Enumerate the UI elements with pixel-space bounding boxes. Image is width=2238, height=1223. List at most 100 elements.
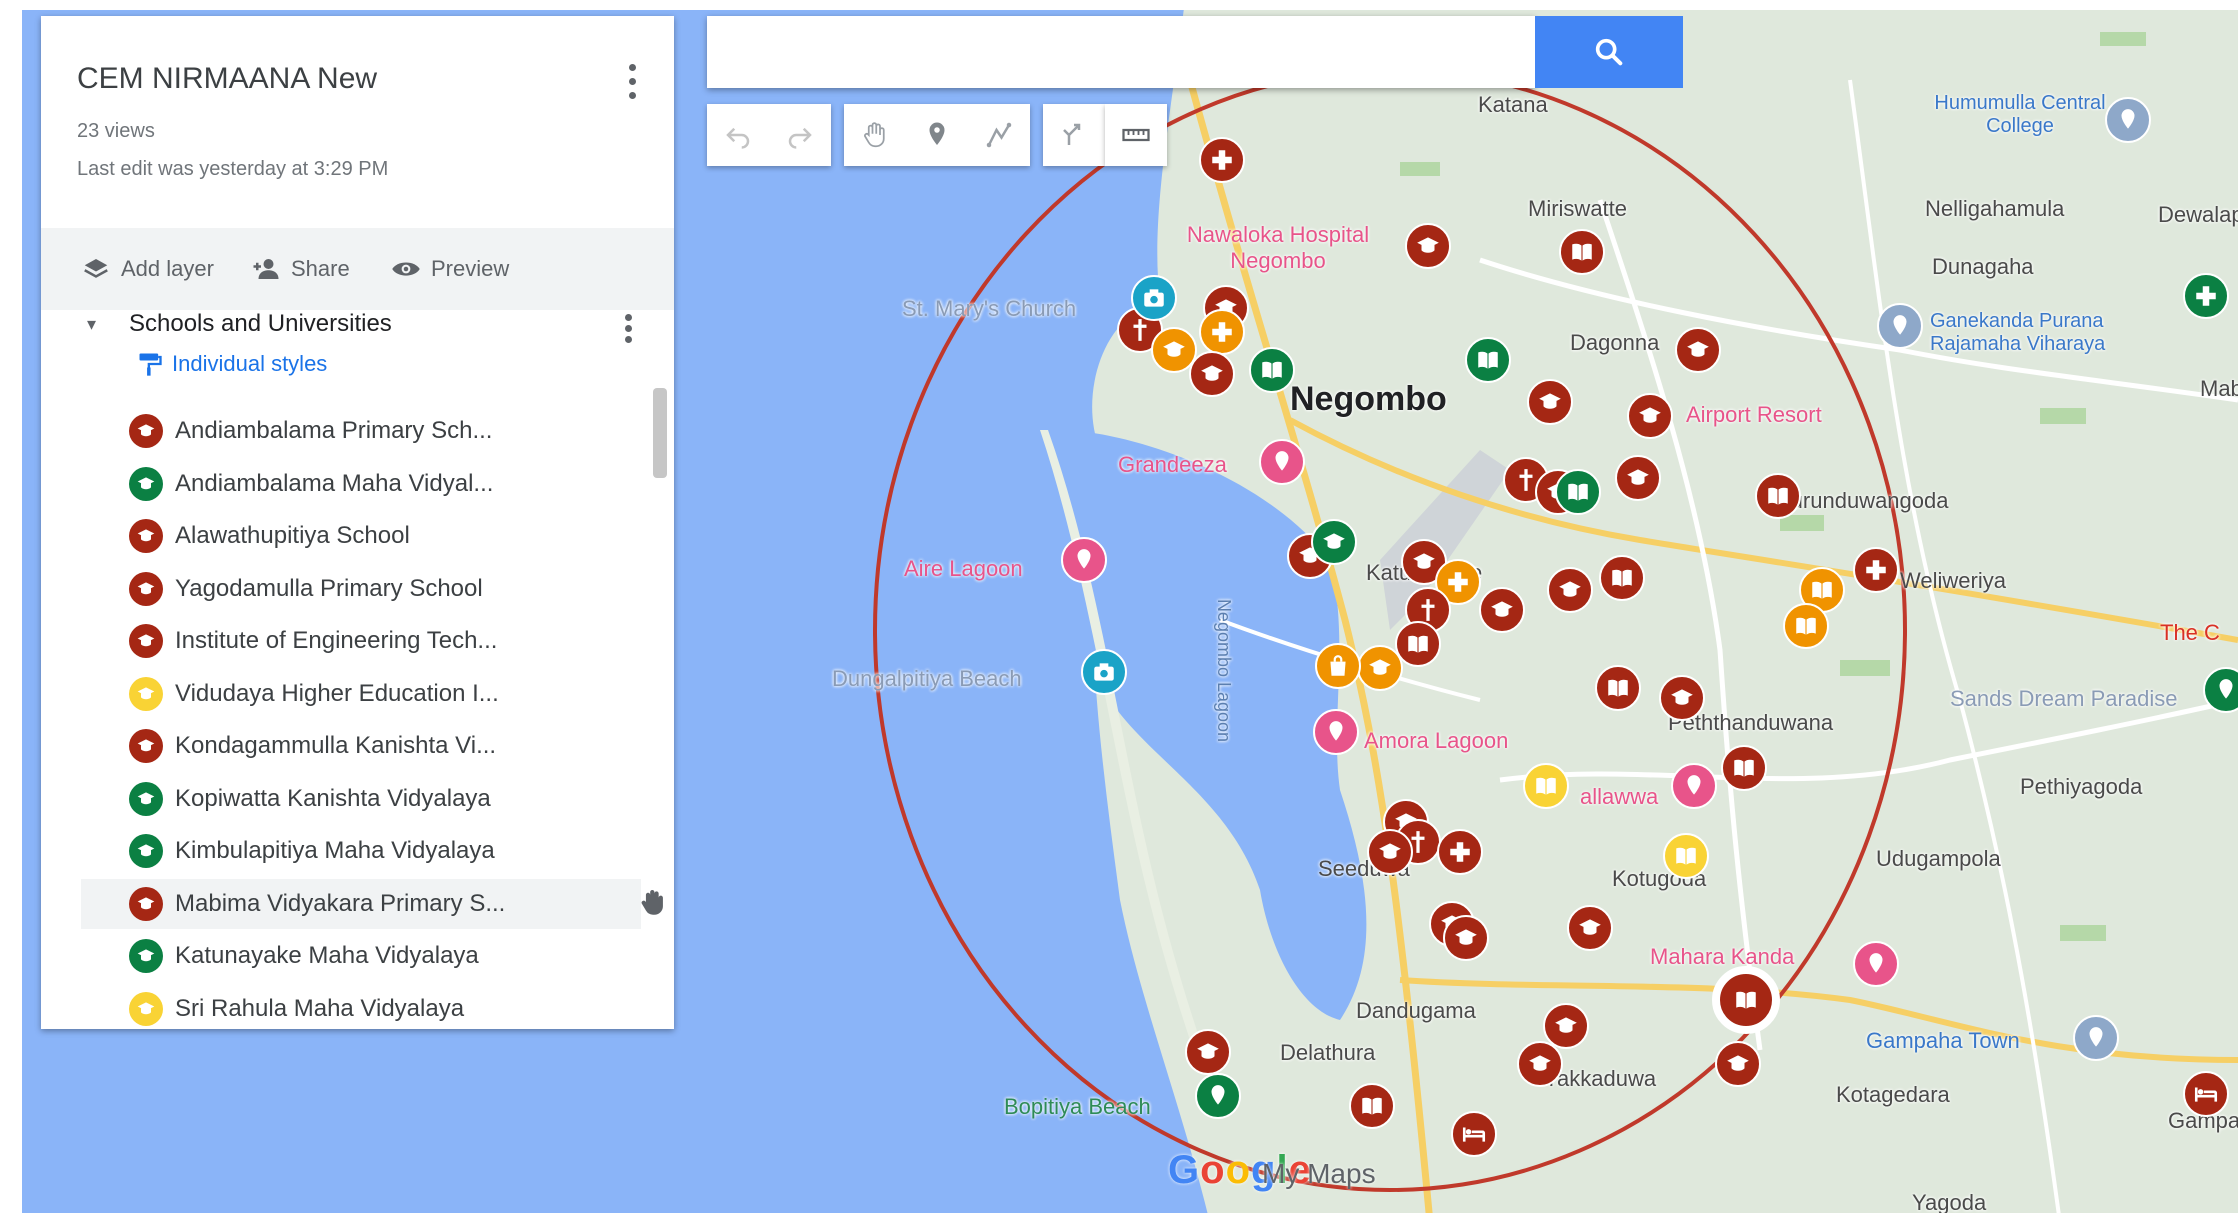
school-marker-icon[interactable] xyxy=(1479,587,1525,633)
bed-marker-icon[interactable] xyxy=(1451,1111,1497,1157)
book-marker-icon[interactable] xyxy=(1755,473,1801,519)
book-marker-icon[interactable] xyxy=(1555,469,1601,515)
list-item[interactable]: Andiambalama Primary Sch... xyxy=(41,406,674,456)
school-marker-icon[interactable] xyxy=(1527,379,1573,425)
drag-hand-icon[interactable] xyxy=(636,885,670,919)
camera-marker-icon[interactable] xyxy=(1081,649,1127,695)
place-name: Katunayake Maha Vidyalaya xyxy=(175,942,479,969)
school-marker-icon[interactable] xyxy=(1675,327,1721,373)
list-item[interactable]: Sri Rahula Maha Vidyalaya xyxy=(41,984,674,1030)
map-label-city: Negombo xyxy=(1290,380,1447,418)
search-button[interactable] xyxy=(1535,16,1683,88)
book-marker-icon[interactable] xyxy=(1783,603,1829,649)
place-name: Andiambalama Maha Vidyal... xyxy=(175,469,494,497)
list-item[interactable]: Andiambalama Maha Vidyal... xyxy=(41,459,674,509)
add-directions-button[interactable] xyxy=(1043,104,1105,166)
map-label: Delathura xyxy=(1280,1040,1376,1065)
school-marker-icon[interactable] xyxy=(1627,393,1673,439)
pin-marker-icon[interactable] xyxy=(1671,763,1717,809)
map-label: The C xyxy=(2160,620,2220,645)
school-marker-icon[interactable] xyxy=(1615,455,1661,501)
school-marker-icon[interactable] xyxy=(1357,645,1403,691)
selected-school-marker-icon[interactable] xyxy=(1712,966,1780,1034)
eye-icon xyxy=(392,262,420,276)
pin-marker-icon[interactable] xyxy=(1877,303,1923,349)
school-icon xyxy=(129,886,163,921)
share-button[interactable]: Share xyxy=(251,228,350,310)
hospital-marker-icon[interactable] xyxy=(1437,829,1483,875)
measure-button[interactable] xyxy=(1105,104,1167,166)
select-hand-button[interactable] xyxy=(844,104,906,166)
map-label: Katana xyxy=(1478,92,1548,117)
list-item[interactable]: Kondagammulla Kanishta Vi... xyxy=(41,721,674,771)
bed-marker-icon[interactable] xyxy=(2183,1071,2229,1117)
list-item[interactable]: Kopiwatta Kanishta Vidyalaya xyxy=(41,774,674,824)
measure-toolbar xyxy=(1105,104,1167,166)
redo-button[interactable] xyxy=(769,104,831,166)
book-marker-icon[interactable] xyxy=(1523,763,1569,809)
undo-button[interactable] xyxy=(707,104,769,166)
park xyxy=(2060,925,2106,941)
list-item[interactable]: Vidudaya Higher Education I... xyxy=(41,669,674,719)
book-marker-icon[interactable] xyxy=(1663,833,1709,879)
school-marker-icon[interactable] xyxy=(1405,223,1451,269)
book-marker-icon[interactable] xyxy=(1595,665,1641,711)
school-icon xyxy=(129,991,163,1026)
panel-header: CEM NIRMAANA New 23 views Last edit was … xyxy=(41,16,674,224)
place-name: Mabima Vidyakara Primary S... xyxy=(175,889,506,917)
add-marker-button[interactable] xyxy=(906,104,968,166)
pin-marker-icon[interactable] xyxy=(1061,537,1107,583)
pin-marker-icon[interactable] xyxy=(2073,1015,2119,1061)
school-marker-icon[interactable] xyxy=(1567,905,1613,951)
book-marker-icon[interactable] xyxy=(1349,1083,1395,1129)
school-marker-icon[interactable] xyxy=(1659,675,1705,721)
layer-header[interactable]: ▾ Schools and Universities xyxy=(41,310,674,346)
hospital-marker-icon[interactable] xyxy=(1853,547,1899,593)
map-title[interactable]: CEM NIRMAANA New xyxy=(77,62,377,96)
bag-marker-icon[interactable] xyxy=(1315,643,1361,689)
school-marker-icon[interactable] xyxy=(1715,1041,1761,1087)
collapse-icon[interactable]: ▾ xyxy=(87,314,96,335)
school-marker-icon[interactable] xyxy=(1543,1003,1589,1049)
draw-line-button[interactable] xyxy=(968,104,1030,166)
individual-styles-link[interactable]: Individual styles xyxy=(136,344,327,384)
school-marker-icon[interactable] xyxy=(1517,1041,1563,1087)
list-item[interactable]: Kimbulapitiya Maha Vidyalaya xyxy=(41,826,674,876)
school-marker-icon[interactable] xyxy=(1547,567,1593,613)
pin-marker-icon[interactable] xyxy=(2105,97,2151,143)
hospital-marker-icon[interactable] xyxy=(1199,137,1245,183)
camera-marker-icon[interactable] xyxy=(1131,275,1177,321)
list-item[interactable]: Alawathupitiya School xyxy=(41,511,674,561)
school-marker-icon[interactable] xyxy=(1443,915,1489,961)
school-marker-icon[interactable] xyxy=(1367,829,1413,875)
pin-marker-icon[interactable] xyxy=(1853,941,1899,987)
layer-options-button[interactable] xyxy=(617,314,641,344)
redo-icon xyxy=(788,127,812,149)
book-marker-icon[interactable] xyxy=(1559,229,1605,275)
school-marker-icon[interactable] xyxy=(1311,519,1357,565)
pin-marker-icon[interactable] xyxy=(1195,1073,1241,1119)
book-marker-icon[interactable] xyxy=(1721,745,1767,791)
list-item[interactable]: Mabima Vidyakara Primary S... xyxy=(81,878,663,929)
preview-button[interactable]: Preview xyxy=(391,228,509,310)
list-item[interactable]: Katunayake Maha Vidyalaya xyxy=(41,931,674,981)
book-marker-icon[interactable] xyxy=(1465,337,1511,383)
hospital-marker-icon[interactable] xyxy=(1199,309,1245,355)
book-marker-icon[interactable] xyxy=(1249,347,1295,393)
search-input[interactable] xyxy=(707,16,1535,88)
school-marker-icon[interactable] xyxy=(1185,1029,1231,1075)
school-marker-icon[interactable] xyxy=(1189,351,1235,397)
list-item[interactable]: Yagodamulla Primary School xyxy=(41,564,674,614)
hospital-marker-icon[interactable] xyxy=(2183,273,2229,319)
map-label: Humumulla Central College xyxy=(1934,92,2106,137)
add-layer-button[interactable]: Add layer xyxy=(81,228,214,310)
pin-marker-icon[interactable] xyxy=(1259,439,1305,485)
map-label: Ganekanda Purana Rajamaha Viharaya xyxy=(1930,310,2106,355)
panel-scrollbar[interactable] xyxy=(653,388,667,478)
map-label: Udugampola xyxy=(1876,846,2001,871)
book-marker-icon[interactable] xyxy=(1599,555,1645,601)
map-options-button[interactable] xyxy=(621,60,645,104)
layer-name[interactable]: Schools and Universities xyxy=(129,310,392,338)
list-item[interactable]: Institute of Engineering Tech... xyxy=(41,616,674,666)
pin-marker-icon[interactable] xyxy=(1313,709,1359,755)
